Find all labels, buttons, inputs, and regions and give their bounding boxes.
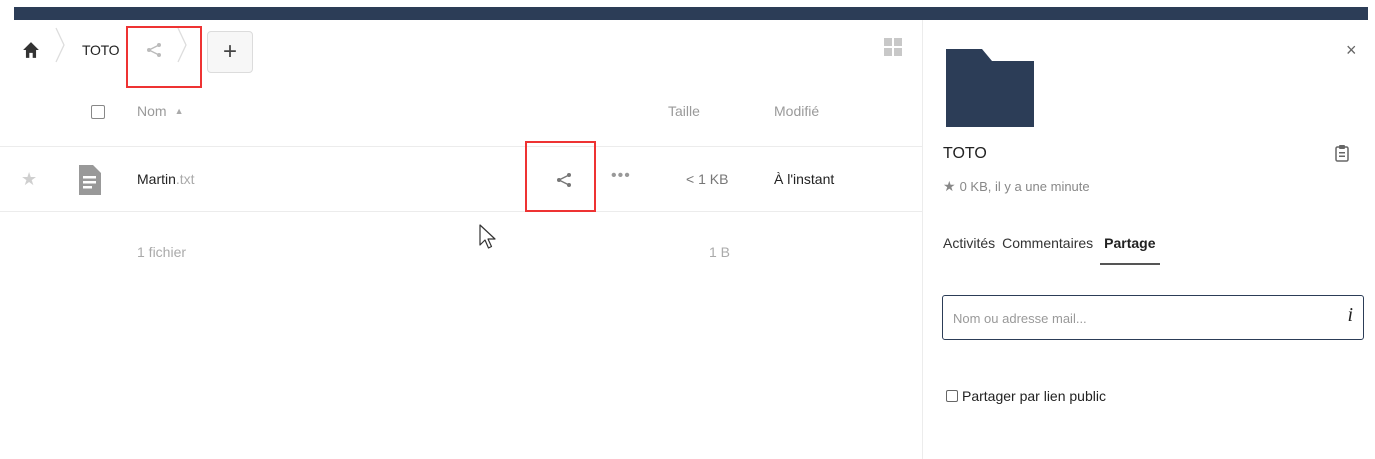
share-icon [557, 173, 571, 187]
more-icon[interactable]: ••• [611, 167, 631, 185]
add-button[interactable]: + [207, 31, 253, 73]
tab-commentaires[interactable]: Commentaires [1002, 235, 1093, 265]
public-link-label: Partager par lien public [962, 388, 1106, 404]
info-icon[interactable]: i [1347, 304, 1353, 327]
file-name-ext: .txt [175, 171, 195, 187]
folder-icon [946, 49, 1034, 127]
star-icon[interactable]: ★ [21, 169, 37, 190]
breadcrumb-home[interactable] [22, 30, 58, 70]
share-input-box: i [942, 295, 1364, 340]
file-size: < 1 KB [686, 171, 729, 187]
select-all-checkbox[interactable] [91, 105, 105, 119]
tab-partage[interactable]: Partage [1100, 235, 1160, 265]
sidebar-title: TOTO [943, 145, 987, 162]
tab-activites[interactable]: Activités [943, 235, 995, 265]
file-name[interactable]: Martin.txt [137, 171, 195, 187]
grid-view-icon[interactable] [884, 38, 902, 56]
mouse-cursor [479, 224, 496, 249]
header-name-label: Nom [137, 103, 167, 119]
sidebar-meta-text: 0 KB, il y a une minute [959, 179, 1090, 194]
header-size[interactable]: Taille [668, 103, 700, 119]
home-icon [23, 42, 39, 58]
file-name-base: Martin [137, 171, 176, 187]
sidebar-tabs: Activités Commentaires Partage [943, 235, 1167, 265]
file-text-icon [79, 165, 101, 195]
breadcrumb-share[interactable] [139, 33, 169, 67]
header-band [14, 7, 1368, 20]
header-modified[interactable]: Modifié [774, 103, 819, 119]
summary-total: 1 B [709, 244, 731, 260]
header-name[interactable]: Nom ▲ [137, 103, 183, 119]
file-modified: À l'instant [774, 171, 835, 187]
public-link-option[interactable]: Partager par lien public [946, 388, 1106, 404]
share-icon [147, 43, 161, 57]
close-icon[interactable]: × [1346, 40, 1357, 61]
sidebar-meta: ★ 0 KB, il y a une minute [943, 178, 1090, 195]
star-icon[interactable]: ★ [943, 178, 956, 195]
file-list-area [0, 20, 922, 459]
breadcrumb-folder[interactable]: TOTO [82, 35, 119, 65]
summary-count: 1 fichier [137, 244, 187, 260]
clipboard-icon[interactable] [1334, 144, 1350, 162]
breadcrumb-separator [177, 27, 187, 63]
share-action[interactable] [553, 169, 575, 191]
top-header [0, 0, 1375, 20]
public-link-checkbox[interactable] [946, 390, 958, 402]
share-input[interactable] [951, 306, 1325, 330]
breadcrumb-separator [55, 27, 65, 63]
table-row[interactable]: ★ Martin.txt ••• < 1 KB À l'instant [0, 146, 922, 212]
sort-asc-icon: ▲ [174, 106, 184, 116]
